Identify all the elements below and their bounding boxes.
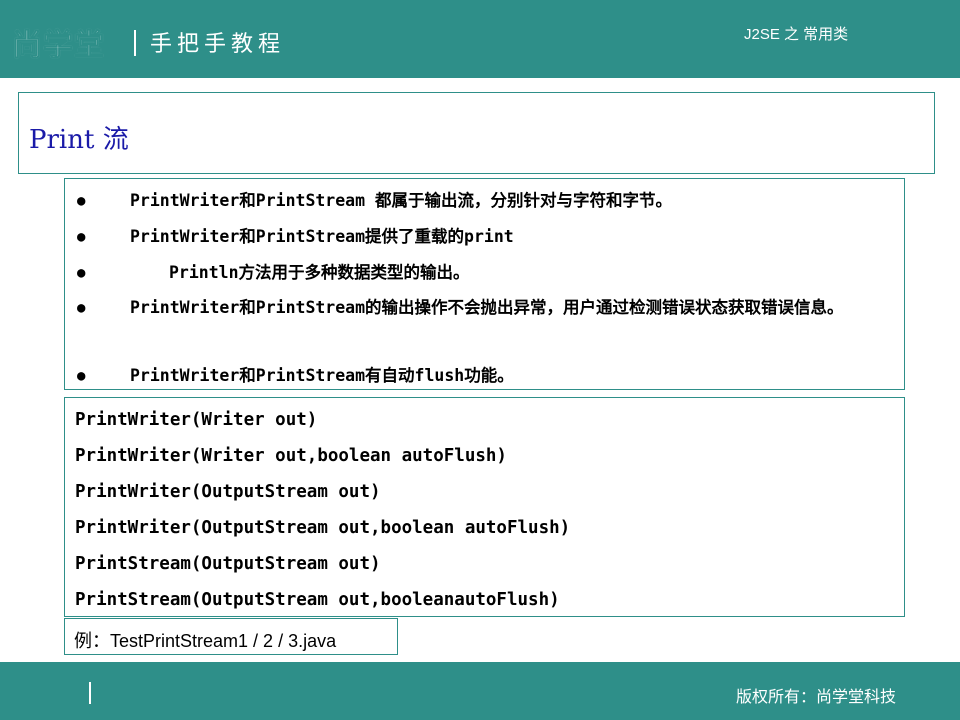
header-divider (134, 30, 136, 56)
bullet-text: PrintWriter和PrintStream提供了重载的print (130, 227, 514, 246)
bullet-dot-icon: ● (77, 229, 86, 245)
bullet-text: PrintWriter和PrintStream 都属于输出流，分别针对与字符和字… (130, 191, 672, 210)
bullet-dot-icon: ● (77, 265, 86, 281)
bullet-text: Println方法用于多种数据类型的输出。 (169, 263, 470, 282)
slide-title: Print 流 (29, 125, 129, 155)
footer-bar: 版权所有：尚学堂科技 (0, 662, 960, 720)
bullet-dot-icon: ● (77, 300, 86, 316)
header-bar: 尚学堂 手把手教程 J2SE 之 常用类 (0, 0, 960, 78)
section-label: J2SE 之 常用类 (744, 26, 849, 43)
copyright: 版权所有：尚学堂科技 (736, 687, 897, 706)
tagline: 手把手教程 (150, 32, 286, 57)
code-box: PrintWriter(Writer out) PrintWriter(Writ… (64, 397, 905, 617)
code-line: PrintWriter(OutputStream out,boolean aut… (75, 518, 571, 538)
logo: 尚学堂 (12, 28, 105, 64)
code-line: PrintStream(OutputStream out,booleanauto… (75, 590, 560, 610)
code-line: PrintWriter(Writer out) (75, 410, 318, 430)
bullet-text: PrintWriter和PrintStream有自动flush功能。 (130, 366, 514, 385)
bullet-text: PrintWriter和PrintStream的输出操作不会抛出异常，用户通过检… (130, 298, 844, 317)
example-box: 例：TestPrintStream1 / 2 / 3.java (64, 618, 398, 655)
bullet-dot-icon: ● (77, 368, 86, 384)
code-line: PrintStream(OutputStream out) (75, 554, 381, 574)
footer-divider (89, 682, 91, 704)
code-line: PrintWriter(OutputStream out) (75, 482, 381, 502)
bullet-list: ● PrintWriter和PrintStream 都属于输出流，分别针对与字符… (64, 178, 905, 390)
example-text: 例：TestPrintStream1 / 2 / 3.java (74, 631, 337, 651)
title-box: Print 流 (18, 92, 935, 174)
code-line: PrintWriter(Writer out,boolean autoFlush… (75, 446, 507, 466)
bullet-dot-icon: ● (77, 193, 86, 209)
